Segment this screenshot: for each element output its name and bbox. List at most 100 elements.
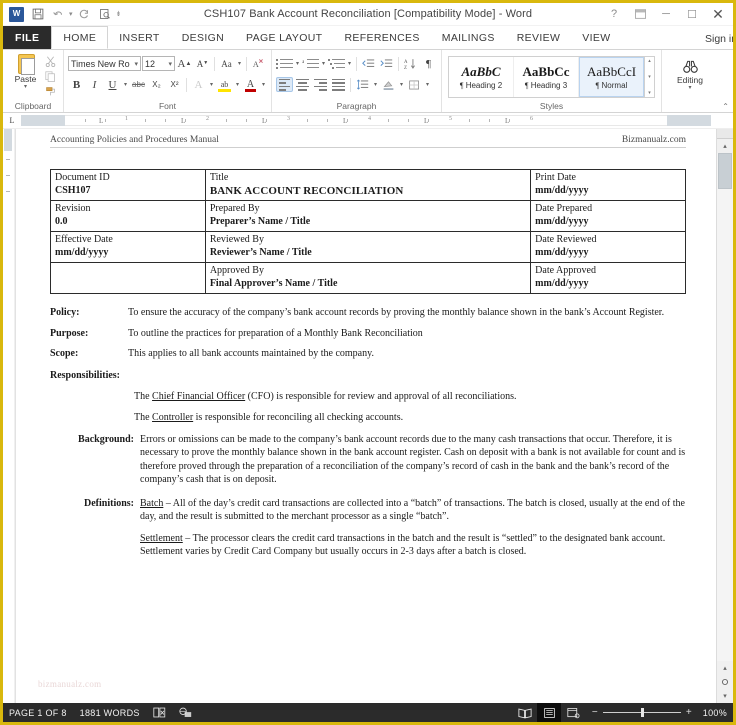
bullets-caret-icon[interactable]: ▾	[294, 60, 301, 67]
subscript-icon[interactable]: X₂	[148, 76, 165, 93]
paste-button[interactable]: Paste ▾	[9, 53, 43, 90]
tab-references[interactable]: REFERENCES	[333, 26, 430, 49]
ruler-tab-stop[interactable]: L	[99, 117, 103, 125]
previous-page-button[interactable]: ▴	[717, 661, 733, 675]
read-mode-button[interactable]	[513, 703, 537, 722]
font-size-caret-icon[interactable]: ▾	[165, 60, 172, 68]
table-row[interactable]: Effective Date mm/dd/yyyy Reviewed By Re…	[50, 231, 686, 263]
print-layout-button[interactable]	[537, 703, 561, 722]
table-cell-title[interactable]: Title BANK ACCOUNT RECONCILIATION	[204, 169, 532, 201]
style-heading-2[interactable]: AaBbC ¶ Heading 2	[449, 57, 514, 97]
justify-icon[interactable]	[330, 77, 347, 92]
line-spacing-caret-icon[interactable]: ▾	[372, 81, 379, 88]
styles-scroll[interactable]: ▴ ▾ ▾	[644, 57, 654, 97]
underline-icon[interactable]: U	[104, 76, 121, 93]
zoom-thumb[interactable]	[641, 708, 644, 717]
cut-icon[interactable]	[43, 54, 58, 68]
font-name-caret-icon[interactable]: ▾	[131, 60, 138, 68]
highlight-icon[interactable]: ab	[216, 76, 233, 93]
help-button[interactable]: ?	[601, 4, 627, 24]
font-color-icon[interactable]: A	[242, 76, 259, 93]
table-cell-document-id[interactable]: Document ID CSH107	[50, 169, 206, 201]
bold-icon[interactable]: B	[68, 76, 85, 93]
minimize-button[interactable]: ─	[653, 4, 679, 24]
increase-indent-icon[interactable]	[378, 55, 395, 72]
numbering-icon[interactable]: 1	[302, 56, 319, 71]
save-icon[interactable]	[28, 5, 47, 23]
table-cell-empty[interactable]	[50, 262, 206, 294]
print-preview-icon[interactable]	[96, 5, 115, 23]
borders-icon[interactable]	[406, 76, 423, 93]
sort-icon[interactable]: AZ	[402, 55, 419, 72]
table-cell-approved-by[interactable]: Approved By Final Approver’s Name / Titl…	[204, 262, 532, 294]
zoom-in-button[interactable]: +	[685, 707, 693, 718]
scroll-track[interactable]	[717, 153, 733, 661]
select-browse-object-button[interactable]	[717, 675, 733, 689]
maximize-button[interactable]: ☐	[679, 4, 705, 24]
font-name-input[interactable]: Times New Ro ▾	[68, 56, 141, 71]
tab-mailings[interactable]: MAILINGS	[431, 26, 506, 49]
font-color-caret-icon[interactable]: ▾	[260, 81, 267, 88]
bullets-icon[interactable]	[276, 56, 293, 71]
decrease-indent-icon[interactable]	[360, 55, 377, 72]
ruler-tab-stop[interactable]: L	[181, 117, 185, 125]
sign-in-link[interactable]: Sign in	[705, 33, 733, 49]
language-icon[interactable]	[179, 707, 192, 718]
next-page-button[interactable]: ▾	[717, 689, 733, 703]
vertical-scrollbar[interactable]: ▴ ▴ ▾	[716, 129, 733, 703]
highlight-caret-icon[interactable]: ▾	[234, 81, 241, 88]
ribbon-display-options-button[interactable]	[627, 4, 653, 24]
style-normal[interactable]: AaBbCcI ¶ Normal	[579, 57, 644, 97]
copy-icon[interactable]	[43, 69, 58, 83]
text-effects-icon[interactable]: A	[190, 76, 207, 93]
shrink-font-icon[interactable]: A ▼	[194, 55, 211, 72]
format-painter-icon[interactable]	[43, 84, 58, 98]
styles-more-icon[interactable]: ▾	[648, 90, 651, 96]
document-info-table[interactable]: Document ID CSH107 Title BANK ACCOUNT RE…	[50, 169, 686, 294]
word-count[interactable]: 1881 WORDS	[80, 708, 140, 718]
line-spacing-icon[interactable]	[354, 76, 371, 93]
undo-icon[interactable]	[49, 5, 68, 23]
font-size-input[interactable]: 12 ▾	[142, 56, 175, 71]
horizontal-ruler[interactable]: 1 2 3 4 5 6 L L L L L L	[21, 115, 711, 126]
change-case-caret-icon[interactable]: ▾	[236, 60, 243, 67]
styles-scroll-down-icon[interactable]: ▾	[648, 74, 651, 80]
align-left-icon[interactable]	[276, 77, 293, 92]
show-formatting-marks-icon[interactable]: ¶	[420, 55, 437, 72]
align-center-icon[interactable]	[294, 77, 311, 92]
zoom-level[interactable]: 100%	[699, 708, 727, 718]
editing-caret-icon[interactable]: ▾	[688, 85, 691, 91]
grow-font-icon[interactable]: A ▲	[176, 55, 193, 72]
table-row[interactable]: Revision 0.0 Prepared By Preparer’s Name…	[50, 200, 686, 232]
tab-stop-selector[interactable]: L	[3, 113, 21, 128]
table-cell-date-prepared[interactable]: Date Prepared mm/dd/yyyy	[530, 200, 686, 232]
split-bar-handle[interactable]	[717, 129, 733, 139]
strikethrough-icon[interactable]: abc	[130, 76, 147, 93]
tab-page-layout[interactable]: PAGE LAYOUT	[235, 26, 333, 49]
tab-insert[interactable]: INSERT	[108, 26, 170, 49]
italic-icon[interactable]: I	[86, 76, 103, 93]
table-cell-date-approved[interactable]: Date Approved mm/dd/yyyy	[530, 262, 686, 294]
proofing-errors-icon[interactable]	[153, 707, 166, 718]
table-cell-prepared-by[interactable]: Prepared By Preparer’s Name / Title	[204, 200, 532, 232]
customize-qat-caret[interactable]: ⇟	[116, 10, 122, 18]
tab-design[interactable]: DESIGN	[171, 26, 235, 49]
quick-access-toolbar[interactable]: W ▾ ⇟	[3, 5, 121, 23]
underline-caret-icon[interactable]: ▾	[122, 81, 129, 88]
undo-dropdown-caret[interactable]: ▾	[69, 10, 73, 18]
document-canvas[interactable]: Accounting Policies and Procedures Manua…	[15, 129, 716, 703]
style-heading-3[interactable]: AaBbCc ¶ Heading 3	[514, 57, 579, 97]
tab-home[interactable]: HOME	[51, 26, 109, 49]
collapse-ribbon-icon[interactable]: ⌃	[722, 102, 729, 111]
zoom-out-button[interactable]: −	[591, 707, 599, 718]
numbering-caret-icon[interactable]: ▾	[320, 60, 327, 67]
tab-view[interactable]: VIEW	[571, 26, 621, 49]
document-page[interactable]: Accounting Policies and Procedures Manua…	[15, 129, 716, 703]
multilevel-caret-icon[interactable]: ▾	[346, 60, 353, 67]
styles-gallery[interactable]: AaBbC ¶ Heading 2 AaBbCc ¶ Heading 3 AaB…	[448, 56, 655, 98]
scroll-thumb[interactable]	[718, 153, 732, 189]
table-cell-print-date[interactable]: Print Date mm/dd/yyyy	[530, 169, 686, 201]
align-right-icon[interactable]	[312, 77, 329, 92]
zoom-track[interactable]	[603, 708, 681, 717]
paste-caret-icon[interactable]: ▾	[24, 84, 27, 90]
